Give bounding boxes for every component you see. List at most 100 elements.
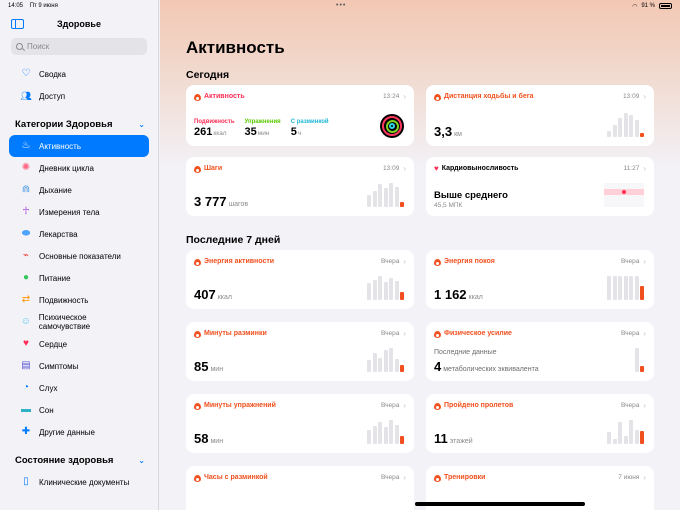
card-time: 13:24 [383, 93, 400, 100]
flame-icon [194, 93, 201, 101]
card-unit: шагов [228, 201, 249, 208]
sidebar-item-label: Психическое самочувствие [38, 313, 91, 331]
mini-bar [612, 439, 617, 444]
sidebar-item-label: Другие данные [39, 427, 95, 437]
exercise-minutes-card[interactable]: Минуты упражнений Вчера › 58 мин [186, 394, 414, 453]
flame-icon [434, 474, 441, 482]
flame-icon [434, 93, 441, 101]
apple-icon: ● [22, 272, 30, 283]
chevron-right-icon: › [643, 401, 646, 410]
sidebar-item-label: Сводка [39, 69, 67, 79]
sidebar-item-cycle[interactable]: ✺ Дневник цикла [9, 157, 149, 179]
chevron-right-icon: › [403, 401, 406, 410]
sidebar-item-clinical[interactable]: ▯ Клинические документы [9, 471, 149, 493]
activity-card[interactable]: Активность 13:24 › Подвижность 261ккал Уп… [186, 85, 414, 146]
mini-bar [400, 435, 404, 444]
sidebar-item-sharing[interactable]: 👥︎ Доступ [9, 85, 149, 107]
stand-value: 5 [290, 126, 297, 138]
distance-card[interactable]: Дистанция ходьбы и бега 13:09 › 3,3 км [426, 85, 654, 146]
categories-header[interactable]: Категории Здоровья ⌄ [0, 113, 158, 135]
card-title: Тренировки [444, 474, 486, 481]
head-icon: ☺ [20, 316, 31, 327]
sidebar-item-medications[interactable]: ⬬ Лекарства [9, 223, 149, 245]
mini-bar [607, 276, 611, 300]
multitasking-dots-icon[interactable]: ••• [336, 2, 346, 9]
sidebar-item-mental[interactable]: ☺ Психическое самочувствие [9, 311, 149, 333]
flights-climbed-card[interactable]: Пройдено пролетов Вчера › 11 этажей [426, 394, 654, 453]
sidebar-item-hearing[interactable]: ◔ Слух [9, 377, 149, 399]
bed-icon: ▬ [21, 404, 31, 415]
flame-icon [194, 258, 201, 266]
sidebar-item-summary[interactable]: ♡ Сводка [9, 63, 149, 85]
mini-bar [389, 183, 393, 207]
sidebar-item-label: Лекарства [39, 229, 78, 239]
sidebar-toggle-icon[interactable] [11, 19, 24, 29]
card-value: 58 [194, 431, 209, 446]
status-bar: 14:05 Пт 9 июня ••• ◠ 91 % [0, 0, 680, 12]
mini-bar [372, 191, 377, 207]
people-icon: 👥︎ [20, 90, 32, 101]
card-title: Минуты разминки [204, 330, 267, 337]
sidebar-item-nutrition[interactable]: ● Питание [9, 267, 149, 289]
card-value: 3,3 [434, 124, 453, 139]
mini-bar [367, 429, 371, 444]
mini-bar [618, 276, 622, 300]
mini-bar [640, 133, 644, 137]
heart-icon: ♥ [23, 338, 29, 349]
sidebar-item-sleep[interactable]: ▬ Сон [9, 399, 149, 421]
stand-hours-card[interactable]: Часы с разминкой Вчера › [186, 466, 414, 510]
card-title: Активность [204, 93, 245, 100]
search-input[interactable]: Поиск [11, 38, 147, 55]
card-title: Шаги [204, 165, 223, 172]
physical-effort-card[interactable]: Физическое усилие Вчера › Последние данны… [426, 322, 654, 381]
sidebar-item-respiratory[interactable]: ⋒ Дыхание [9, 179, 149, 201]
card-title: Энергия активности [204, 258, 275, 265]
card-time: Вчера [620, 330, 640, 337]
status-time: 14:05 [8, 3, 24, 9]
resting-energy-card[interactable]: Энергия покоя Вчера › 1 162 ккал [426, 250, 654, 309]
card-time: 11:27 [623, 165, 640, 172]
mini-bar [394, 358, 399, 372]
cardio-card[interactable]: ♥ Кардиовыносливость 11:27 › Выше среднего… [426, 157, 654, 216]
card-time: Вчера [380, 402, 400, 409]
card-time: Вчера [620, 258, 640, 265]
cycle-icon: ✺ [21, 162, 31, 173]
sidebar-item-mobility[interactable]: ⇄ Подвижность [9, 289, 149, 311]
sidebar-item-body[interactable]: ☥ Измерения тела [9, 201, 149, 223]
card-unit: мин [210, 438, 224, 445]
sidebar-item-other[interactable]: ✚ Другие данные [9, 421, 149, 443]
mini-bar [378, 276, 382, 300]
mini-bar [367, 195, 371, 207]
move-value: 261 [194, 126, 213, 138]
chevron-right-icon: › [403, 92, 406, 101]
card-time: 7 июня [618, 474, 640, 481]
flame-icon [434, 258, 441, 266]
mini-bar [378, 422, 382, 444]
sidebar-item-symptoms[interactable]: ▤ Симптомы [9, 355, 149, 377]
card-time: Вчера [380, 474, 400, 481]
chevron-right-icon: › [643, 473, 646, 482]
sidebar-item-vitals[interactable]: ⌁ Основные показатели [9, 245, 149, 267]
flame-icon: ♨ [21, 140, 31, 151]
active-energy-card[interactable]: Энергия активности Вчера › 407 ккал [186, 250, 414, 309]
sidebar-item-heart[interactable]: ♥ Сердце [9, 333, 149, 355]
mini-bar [640, 366, 644, 372]
sidebar-item-label: Дневник цикла [39, 163, 94, 173]
sidebar-item-activity[interactable]: ♨ Активность [9, 135, 149, 157]
sidebar-item-label: Слух [39, 383, 58, 393]
move-label: Подвижность [194, 119, 235, 125]
warmup-minutes-card[interactable]: Минуты разминки Вчера › 85 мин [186, 322, 414, 381]
battery-icon [659, 3, 672, 9]
health-state-header[interactable]: Состояние здоровья ⌄ [0, 449, 158, 471]
ear-icon: ◔ [22, 382, 30, 393]
heart-outline-icon: ♡ [21, 68, 31, 79]
sidebar-item-label: Доступ [39, 91, 66, 101]
search-placeholder: Поиск [27, 42, 50, 51]
mini-bar [378, 184, 382, 207]
mini-bar [400, 364, 404, 372]
chevron-down-icon: ⌄ [138, 455, 145, 465]
home-indicator[interactable] [415, 502, 585, 506]
mini-bar [618, 117, 622, 137]
mini-bar [612, 276, 617, 300]
steps-card[interactable]: Шаги 13:09 › 3 777 шагов [186, 157, 414, 216]
